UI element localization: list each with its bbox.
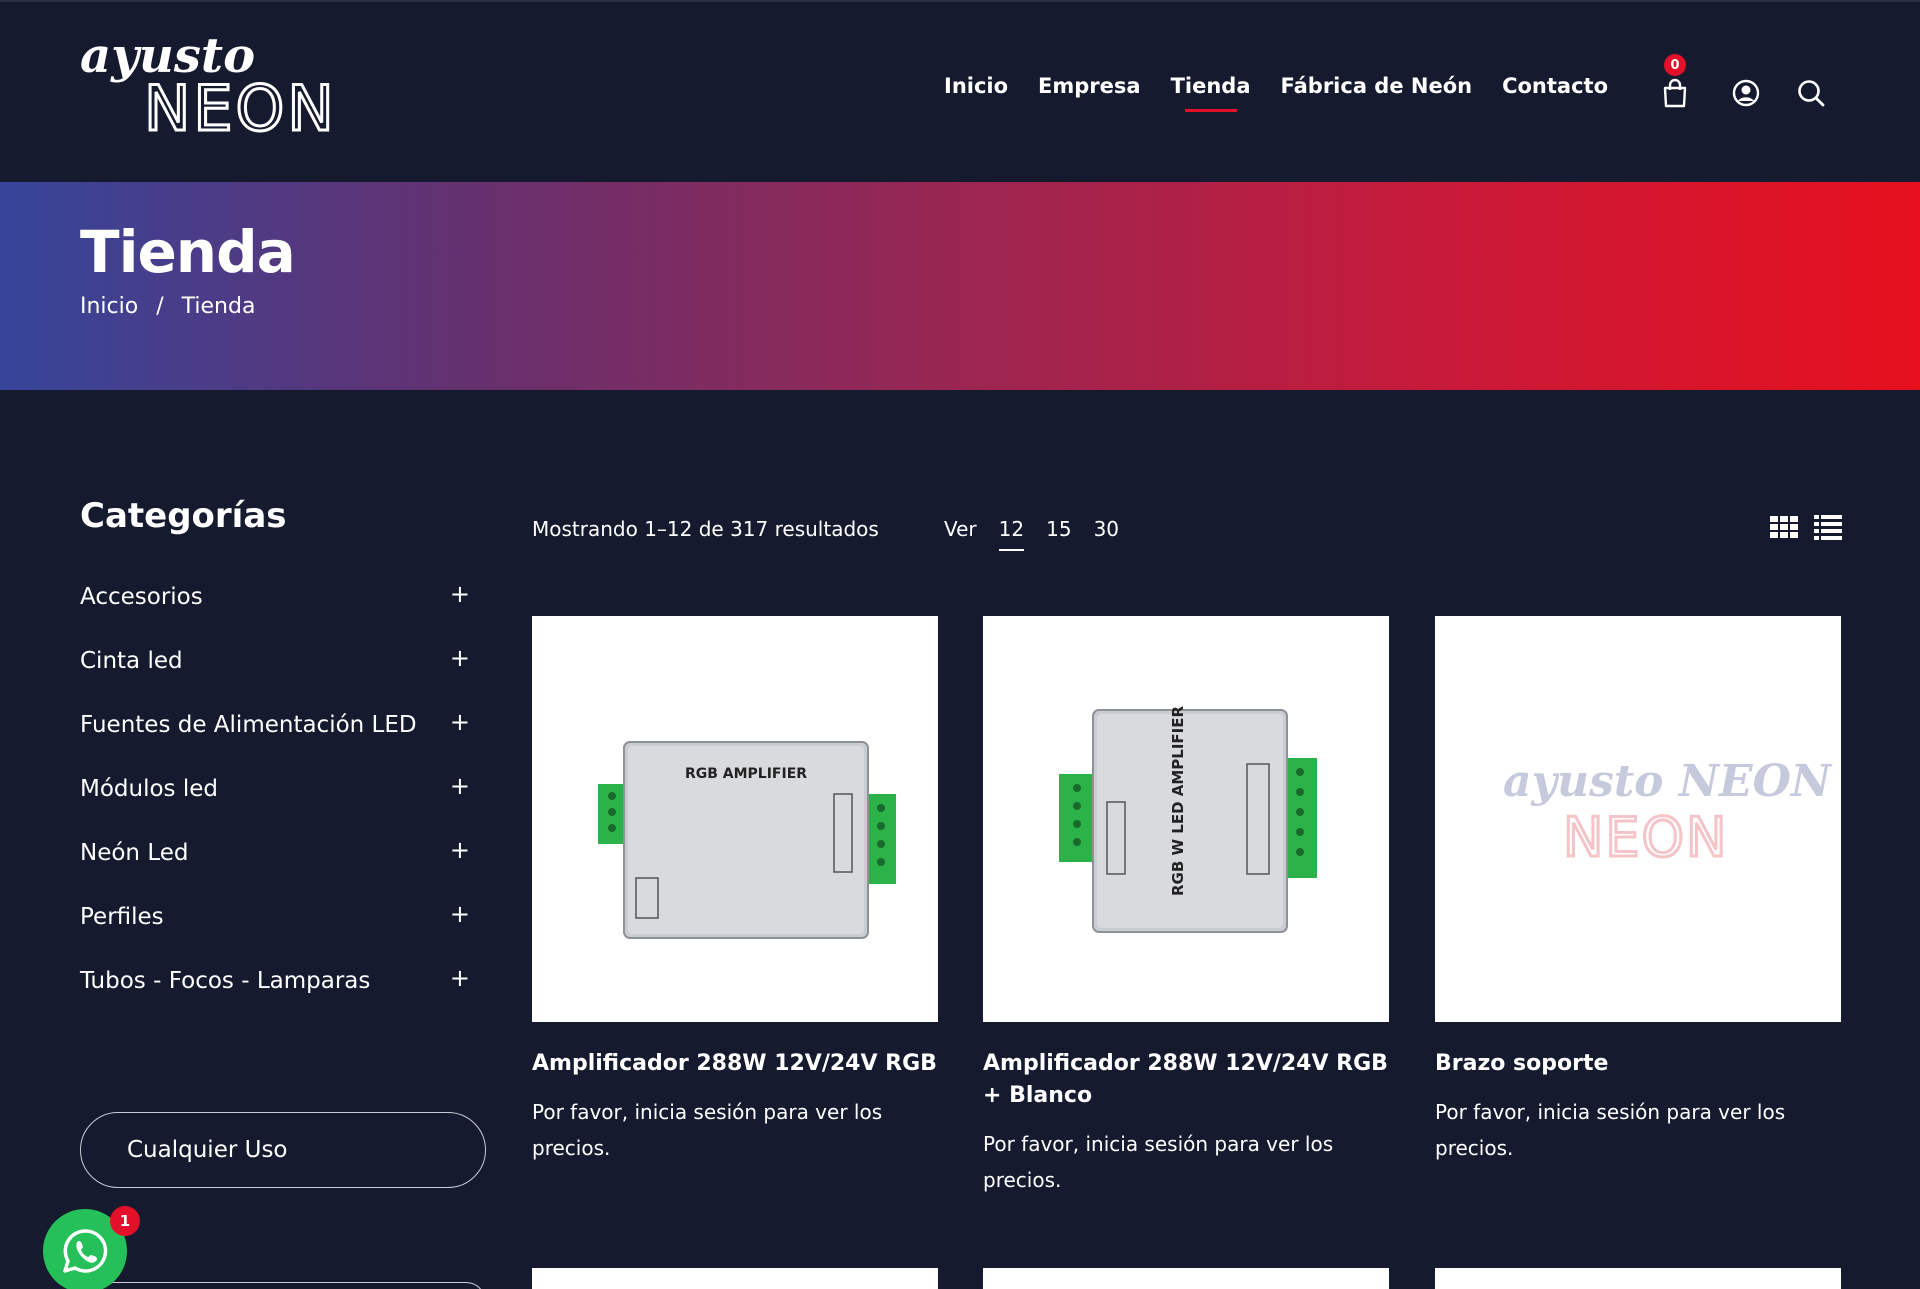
categories-title: Categorías — [80, 496, 287, 536]
result-count: Mostrando 1–12 de 317 resultados — [532, 517, 879, 541]
breadcrumb: Inicio / Tienda — [80, 294, 255, 319]
product-card-partial[interactable] — [1435, 1268, 1841, 1289]
category-cinta-led[interactable]: Cinta led + — [80, 646, 476, 712]
page-title: Tienda — [80, 218, 296, 286]
product-card: ayusto NEON NEON Brazo soporte Por favor… — [1435, 616, 1841, 1166]
expand-plus-icon[interactable]: + — [450, 838, 476, 862]
cart-count-badge: 0 — [1664, 54, 1686, 76]
category-label: Perfiles — [80, 904, 164, 930]
product-card: RGB AMPLIFIER Amplificador 288W 12V/24V … — [532, 616, 938, 1166]
logo-graphic: ayusto NEON — [80, 28, 337, 136]
per-page-12[interactable]: 12 — [998, 517, 1025, 551]
expand-plus-icon[interactable]: + — [450, 710, 476, 734]
price-login-notice: Por favor, inicia sesión para ver los pr… — [1435, 1100, 1786, 1160]
product-image[interactable]: RGB W LED AMPLIFIER — [983, 616, 1389, 1022]
page-banner: Tienda Inicio / Tienda — [0, 182, 1920, 390]
svg-text:NEON: NEON — [1563, 806, 1728, 869]
nav-empresa[interactable]: Empresa — [1038, 74, 1141, 112]
user-icon[interactable] — [1731, 78, 1761, 108]
price-login-notice: Por favor, inicia sesión para ver los pr… — [532, 1100, 883, 1160]
category-label: Cinta led — [80, 648, 183, 674]
whatsapp-icon — [63, 1229, 108, 1273]
product-image-placeholder-logo[interactable]: ayusto NEON NEON — [1435, 616, 1841, 1022]
expand-plus-icon[interactable]: + — [450, 902, 476, 926]
product-name[interactable]: Brazo soporte — [1435, 1048, 1841, 1080]
shopping-bag-icon[interactable] — [1660, 78, 1690, 108]
product-card-partial[interactable] — [983, 1268, 1389, 1289]
product-card: RGB W LED AMPLIFIER Amplificador 288W 12… — [983, 616, 1389, 1198]
breadcrumb-current: Tienda — [181, 294, 256, 319]
category-label: Tubos - Focos - Lamparas — [80, 968, 371, 994]
nav-fabrica-de-neon[interactable]: Fábrica de Neón — [1281, 74, 1473, 112]
per-page-15[interactable]: 15 — [1046, 517, 1071, 541]
main-nav: Inicio Empresa Tienda Fábrica de Neón Co… — [944, 74, 1638, 112]
breadcrumb-separator: / — [156, 294, 164, 319]
whatsapp-notification-badge: 1 — [110, 1206, 140, 1236]
svg-text:ayusto NEON: ayusto NEON — [1503, 756, 1833, 807]
svg-text:NEON: NEON — [144, 72, 337, 136]
second-filter-select[interactable] — [80, 1282, 486, 1289]
site-logo[interactable]: ayusto NEON — [78, 26, 368, 136]
category-modulos-led[interactable]: Módulos led + — [80, 774, 476, 840]
expand-plus-icon[interactable]: + — [450, 966, 476, 990]
expand-plus-icon[interactable]: + — [450, 582, 476, 606]
product-card-partial[interactable] — [532, 1268, 938, 1289]
per-page-selector: Ver 12 15 30 — [944, 517, 1119, 551]
per-page-label: Ver — [944, 517, 977, 541]
nav-tienda[interactable]: Tienda — [1171, 74, 1251, 112]
list-view-icon[interactable] — [1814, 514, 1842, 540]
category-fuentes-alimentacion[interactable]: Fuentes de Alimentación LED + — [80, 710, 476, 776]
category-label: Accesorios — [80, 584, 203, 610]
category-list: Accesorios + Cinta led + Fuentes de Alim… — [80, 582, 476, 1032]
breadcrumb-inicio[interactable]: Inicio — [80, 294, 138, 319]
product-name[interactable]: Amplificador 288W 12V/24V RGB + Blanco — [983, 1048, 1389, 1112]
category-neon-led[interactable]: Neón Led + — [80, 838, 476, 904]
category-accesorios[interactable]: Accesorios + — [80, 582, 476, 648]
usage-filter-select[interactable]: Cualquier Uso — [80, 1112, 486, 1188]
product-image[interactable]: RGB AMPLIFIER — [532, 616, 938, 1022]
grid-view-icon[interactable] — [1770, 514, 1798, 540]
product-name[interactable]: Amplificador 288W 12V/24V RGB — [532, 1048, 938, 1080]
svg-text:RGB AMPLIFIER: RGB AMPLIFIER — [685, 766, 807, 782]
expand-plus-icon[interactable]: + — [450, 774, 476, 798]
category-label: Módulos led — [80, 776, 218, 802]
nav-contacto[interactable]: Contacto — [1502, 74, 1608, 112]
price-login-notice: Por favor, inicia sesión para ver los pr… — [983, 1132, 1334, 1192]
svg-text:RGB W LED AMPLIFIER: RGB W LED AMPLIFIER — [1169, 705, 1187, 896]
category-label: Fuentes de Alimentación LED — [80, 712, 417, 738]
site-header: ayusto NEON Inicio Empresa Tienda Fábric… — [0, 0, 1920, 182]
category-label: Neón Led — [80, 840, 189, 866]
category-tubos-focos-lamparas[interactable]: Tubos - Focos - Lamparas + — [80, 966, 476, 1032]
search-icon[interactable] — [1796, 78, 1826, 108]
expand-plus-icon[interactable]: + — [450, 646, 476, 670]
per-page-30[interactable]: 30 — [1094, 517, 1119, 541]
category-perfiles[interactable]: Perfiles + — [80, 902, 476, 968]
nav-inicio[interactable]: Inicio — [944, 74, 1008, 112]
